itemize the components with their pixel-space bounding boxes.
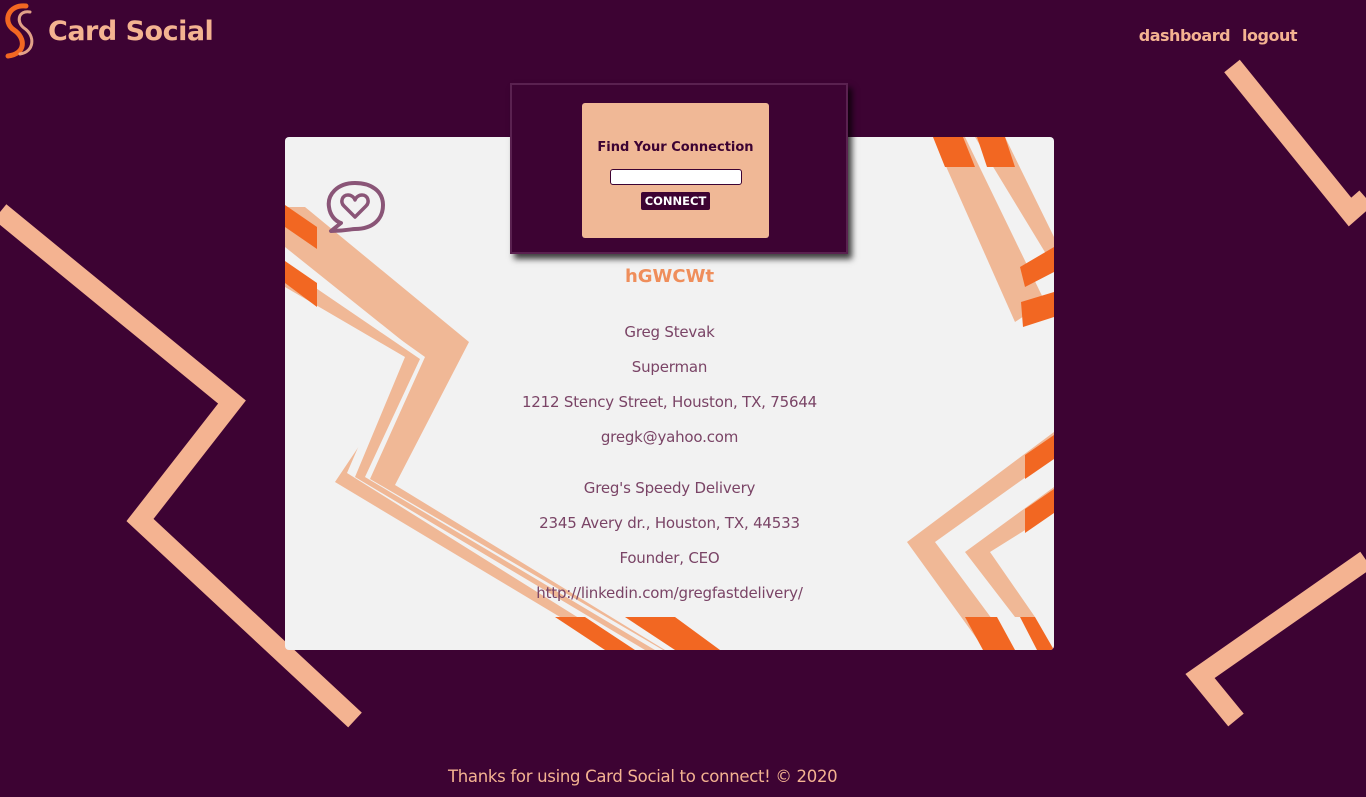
brand-name: Card Social	[48, 15, 214, 47]
connect-panel: Find Your Connection CONNECT	[510, 83, 848, 254]
footer-text: Thanks for using Card Social to connect!…	[448, 767, 838, 786]
top-nav: dashboard logout	[1139, 26, 1298, 45]
person-name: Greg Stevak	[624, 323, 715, 341]
company-link[interactable]: http://linkedin.com/gregfastdelivery/	[285, 584, 1054, 602]
person-address: 1212 Stency Street, Houston, TX, 75644	[521, 393, 818, 411]
nav-dashboard-link[interactable]: dashboard	[1139, 26, 1231, 45]
person-email[interactable]: gregk@yahoo.com	[285, 428, 1054, 446]
card-social-logo-icon	[5, 3, 34, 59]
card-code: hGWCWt	[624, 266, 715, 287]
company-name: Greg's Speedy Delivery	[583, 479, 756, 497]
chat-heart-icon	[326, 181, 385, 233]
company-address: 2345 Avery dr., Houston, TX, 44533	[539, 514, 800, 532]
connect-form: Find Your Connection CONNECT	[582, 103, 769, 238]
brand[interactable]: Card Social	[0, 2, 214, 60]
person-title: Superman	[631, 358, 708, 376]
connect-button[interactable]: CONNECT	[640, 192, 711, 210]
nav-logout-link[interactable]: logout	[1242, 26, 1297, 45]
company-role: Founder, CEO	[619, 549, 720, 567]
connect-title: Find Your Connection	[597, 140, 754, 155]
connection-code-input[interactable]	[609, 169, 742, 185]
page: Card Social dashboard logout hGWCWt Greg…	[0, 0, 1366, 797]
